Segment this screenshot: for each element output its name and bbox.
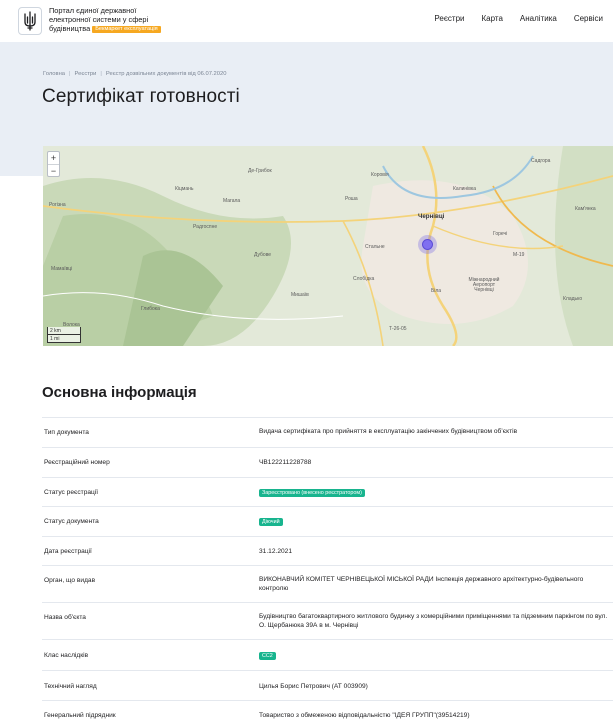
map-label: Мишаїв — [291, 292, 309, 298]
map-label: Глибока — [141, 306, 160, 312]
map-label: Садгора — [531, 158, 551, 164]
breadcrumb-home[interactable]: Головна — [43, 71, 65, 77]
table-row: Клас наслідків СС2 — [42, 639, 613, 670]
site-header: Портал єдиної державної електронної сист… — [0, 0, 613, 42]
zoom-in-button[interactable]: + — [48, 152, 59, 164]
map-label-airport: Міжнародний Аеропорт Чернівці — [468, 277, 500, 293]
map-label: Дубове — [254, 252, 272, 258]
map-label: Радгоспне — [193, 224, 218, 230]
row-value: Видача сертифіката про прийняття в експл… — [259, 428, 518, 435]
map-tiles — [43, 146, 613, 346]
row-key: Орган, що видав — [44, 577, 96, 584]
row-value: 31.12.2021 — [259, 548, 293, 555]
nav-item-analytics[interactable]: Аналітика — [520, 14, 557, 23]
nav-item-map[interactable]: Карта — [482, 14, 503, 23]
table-row: Реєстраційний номер ЧВ122211228788 — [42, 447, 613, 477]
map-label: Калинівка — [453, 186, 477, 192]
map-label-city: Чернівці — [418, 213, 445, 220]
row-value: ЧВ122211228788 — [259, 459, 312, 466]
row-value: ВИКОНАВЧИЙ КОМІТЕТ ЧЕРНІВЕЦЬКОЇ МІСЬКОЇ … — [259, 576, 584, 592]
row-value: Товариство з обмеженою відповідальністю … — [259, 712, 470, 719]
table-row: Назва об'єкта Будівництво багатоквартирн… — [42, 602, 613, 639]
status-badge: Діючий — [259, 518, 283, 526]
map-label: Кам'янка — [575, 206, 596, 212]
map-label: Кладько — [563, 296, 583, 302]
map-label: Роша — [345, 196, 358, 202]
brand-line-1: Портал єдиної державної — [49, 6, 137, 15]
location-map[interactable]: Де-Грибок Коровія Кіцмань Рогізна Мамаїв… — [43, 146, 613, 346]
map-label: Біла — [431, 288, 442, 294]
section-title: Основна інформація — [42, 384, 197, 401]
breadcrumb-registries[interactable]: Реєстри — [75, 71, 97, 77]
map-label: Мамаївці — [51, 266, 73, 272]
breadcrumb-current[interactable]: Реєстр дозвільних документів від 06.07.2… — [106, 71, 227, 77]
zoom-out-button[interactable]: − — [48, 164, 59, 176]
row-value: Будівництво багатоквартирного житлового … — [259, 613, 608, 629]
page-title: Сертифікат готовності — [42, 86, 240, 107]
portal-brand[interactable]: Портал єдиної державної електронної сист… — [49, 6, 169, 33]
map-scale: 2 km 1 mi — [47, 327, 81, 343]
map-label: Кіцмань — [175, 186, 194, 192]
map-label: Рогізна — [49, 202, 66, 208]
status-badge: СС2 — [259, 652, 276, 660]
trident-icon — [24, 11, 36, 31]
map-label-road: Т-26-05 — [389, 326, 407, 332]
row-key: Тип документа — [44, 429, 89, 436]
table-row: Орган, що видав ВИКОНАВЧИЙ КОМІТЕТ ЧЕРНІ… — [42, 565, 613, 602]
breadcrumb-separator: | — [100, 71, 102, 77]
row-key: Статус документа — [44, 518, 99, 525]
table-row: Технічний нагляд Цилья Борис Петрович (А… — [42, 670, 613, 700]
map-label: Горечі — [493, 231, 508, 237]
row-key: Назва об'єкта — [44, 614, 86, 621]
row-key: Статус реєстрації — [44, 489, 99, 496]
zoom-controls: + − — [47, 151, 60, 177]
nav-item-services[interactable]: Сервіси — [574, 14, 603, 23]
table-row: Дата реєстрації 31.12.2021 — [42, 536, 613, 565]
table-row: Статус документа Діючий — [42, 506, 613, 536]
brand-badge: Бекмаркет експлуатація — [92, 26, 161, 33]
brand-line-2: електронної системи у сфері — [49, 15, 149, 24]
map-label: Коровія — [371, 172, 389, 178]
status-badge: Зареєстровано (внесено реєстратором) — [259, 489, 365, 497]
breadcrumb-separator: | — [69, 71, 71, 77]
brand-line-3: будівництва — [49, 24, 91, 33]
row-value: Цилья Борис Петрович (АТ 003909) — [259, 683, 368, 690]
map-label: Стальне — [365, 244, 385, 250]
row-key: Реєстраційний номер — [44, 459, 110, 466]
row-key: Клас наслідків — [44, 652, 89, 659]
scale-mi: 1 mi — [47, 335, 81, 343]
table-row: Генеральний підрядник Товариство з обмеж… — [42, 700, 613, 726]
main-nav: Реєстри Карта Аналітика Сервіси — [417, 14, 603, 23]
map-label: Магала — [223, 198, 241, 204]
map-label-road: М-19 — [513, 252, 525, 258]
map-label: Де-Грибок — [248, 168, 272, 174]
breadcrumb: Головна | Реєстри | Реєстр дозвільних до… — [43, 71, 226, 77]
nav-item-registries[interactable]: Реєстри — [434, 14, 464, 23]
row-key: Технічний нагляд — [44, 683, 97, 690]
scale-km: 2 km — [47, 327, 81, 335]
row-key: Генеральний підрядник — [44, 712, 116, 719]
row-key: Дата реєстрації — [44, 548, 92, 555]
table-row: Статус реєстрації Зареєстровано (внесено… — [42, 477, 613, 506]
table-row: Тип документа Видача сертифіката про при… — [42, 417, 613, 447]
trident-logo[interactable] — [18, 7, 42, 35]
info-table: Тип документа Видача сертифіката про при… — [42, 417, 613, 726]
location-marker[interactable] — [418, 235, 437, 254]
map-label: Слобідка — [353, 276, 375, 282]
